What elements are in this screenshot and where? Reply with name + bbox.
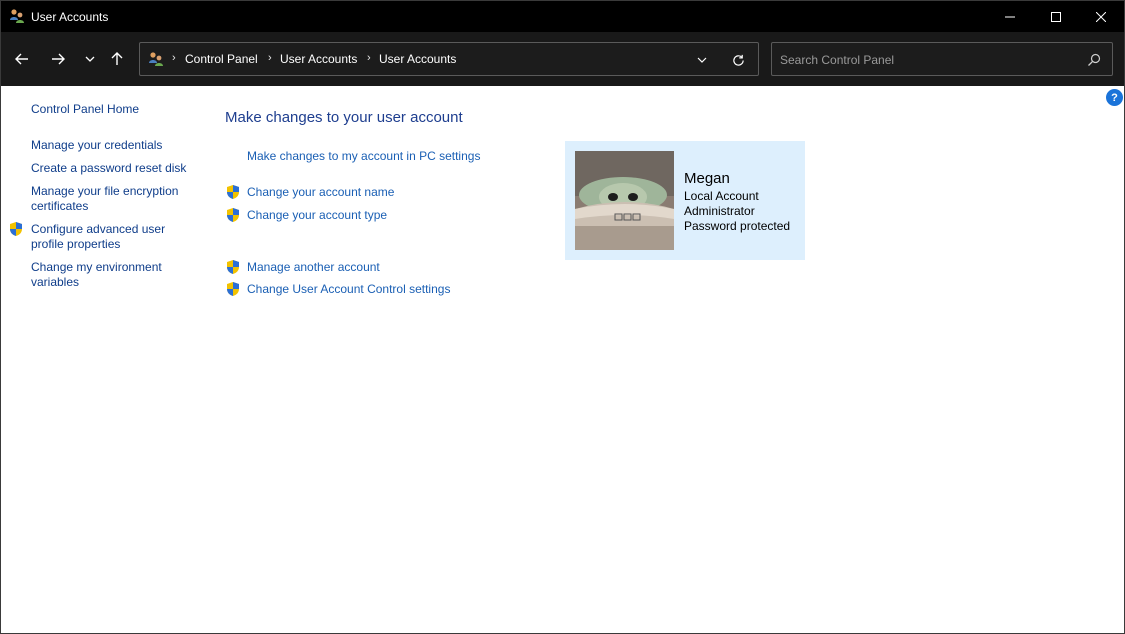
window-title: User Accounts [31,10,109,24]
breadcrumb-separator-icon: › [268,52,272,64]
change-uac-settings-link[interactable]: Change User Account Control settings [247,282,450,296]
chevron-down-icon [697,57,707,63]
breadcrumb-control-panel[interactable]: Control Panel [185,52,258,66]
up-button[interactable] [104,46,130,72]
sidebar-link-line[interactable]: Configure advanced user [31,222,165,237]
refresh-button[interactable] [729,51,747,69]
arrow-up-icon [111,52,123,65]
avatar [575,151,674,250]
maximize-icon [1051,11,1061,22]
close-button[interactable] [1078,1,1124,32]
change-account-type-link[interactable]: Change your account type [247,208,387,222]
address-bar[interactable]: › Control Panel › User Accounts › User A… [139,42,759,76]
search-icon[interactable] [1086,52,1102,68]
back-button[interactable] [9,46,35,72]
uac-shield-icon [227,260,239,274]
account-status: Password protected [684,219,791,233]
refresh-icon [732,54,744,66]
pc-settings-link[interactable]: Make changes to my account in PC setting… [247,149,480,163]
close-icon [1096,11,1106,22]
forward-button[interactable] [45,46,71,72]
sidebar-link-line[interactable]: certificates [31,199,88,214]
sidebar-link-line[interactable]: profile properties [31,237,120,252]
change-account-name-link[interactable]: Change your account name [247,185,394,199]
uac-shield-icon [227,185,239,199]
sidebar-create-password-reset-disk[interactable]: Create a password reset disk [31,161,186,176]
breadcrumb-separator-icon: › [172,52,176,64]
arrow-left-icon [15,53,28,65]
arrow-right-icon [52,53,65,65]
account-card: Megan Local Account Administrator Passwo… [565,141,805,260]
address-dropdown-button[interactable] [693,51,711,69]
sidebar-manage-credentials[interactable]: Manage your credentials [31,138,162,153]
sidebar-link-line[interactable]: Change my environment [31,260,162,275]
search-input[interactable] [780,51,1080,69]
account-name: Megan [684,170,730,187]
uac-shield-icon [10,222,22,236]
help-button[interactable]: ? [1106,89,1123,106]
minimize-icon [1005,16,1015,17]
navigation-bar: › Control Panel › User Accounts › User A… [1,32,1124,86]
users-icon [10,9,24,23]
sidebar-control-panel-home[interactable]: Control Panel Home [31,102,139,117]
account-type: Local Account [684,189,759,203]
minimize-button[interactable] [987,1,1033,32]
recent-locations-button[interactable] [77,46,103,72]
users-icon [149,52,163,66]
user-avatar-image [575,151,674,250]
manage-another-account-link[interactable]: Manage another account [247,260,380,274]
search-box[interactable] [771,42,1113,76]
maximize-button[interactable] [1033,1,1079,32]
account-role: Administrator [684,204,755,218]
user-accounts-window: User Accounts › Control Panel › User Acc… [0,0,1125,634]
page-title: Make changes to your user account [225,109,463,126]
breadcrumb-user-accounts[interactable]: User Accounts [280,52,357,66]
chevron-down-icon [85,56,95,62]
breadcrumb-separator-icon: › [367,52,371,64]
sidebar-link-line[interactable]: Manage your file encryption [31,184,178,199]
uac-shield-icon [227,208,239,222]
title-bar: User Accounts [1,1,1124,32]
breadcrumb-user-accounts-current[interactable]: User Accounts [379,52,456,66]
uac-shield-icon [227,282,239,296]
sidebar-link-line[interactable]: variables [31,275,79,290]
